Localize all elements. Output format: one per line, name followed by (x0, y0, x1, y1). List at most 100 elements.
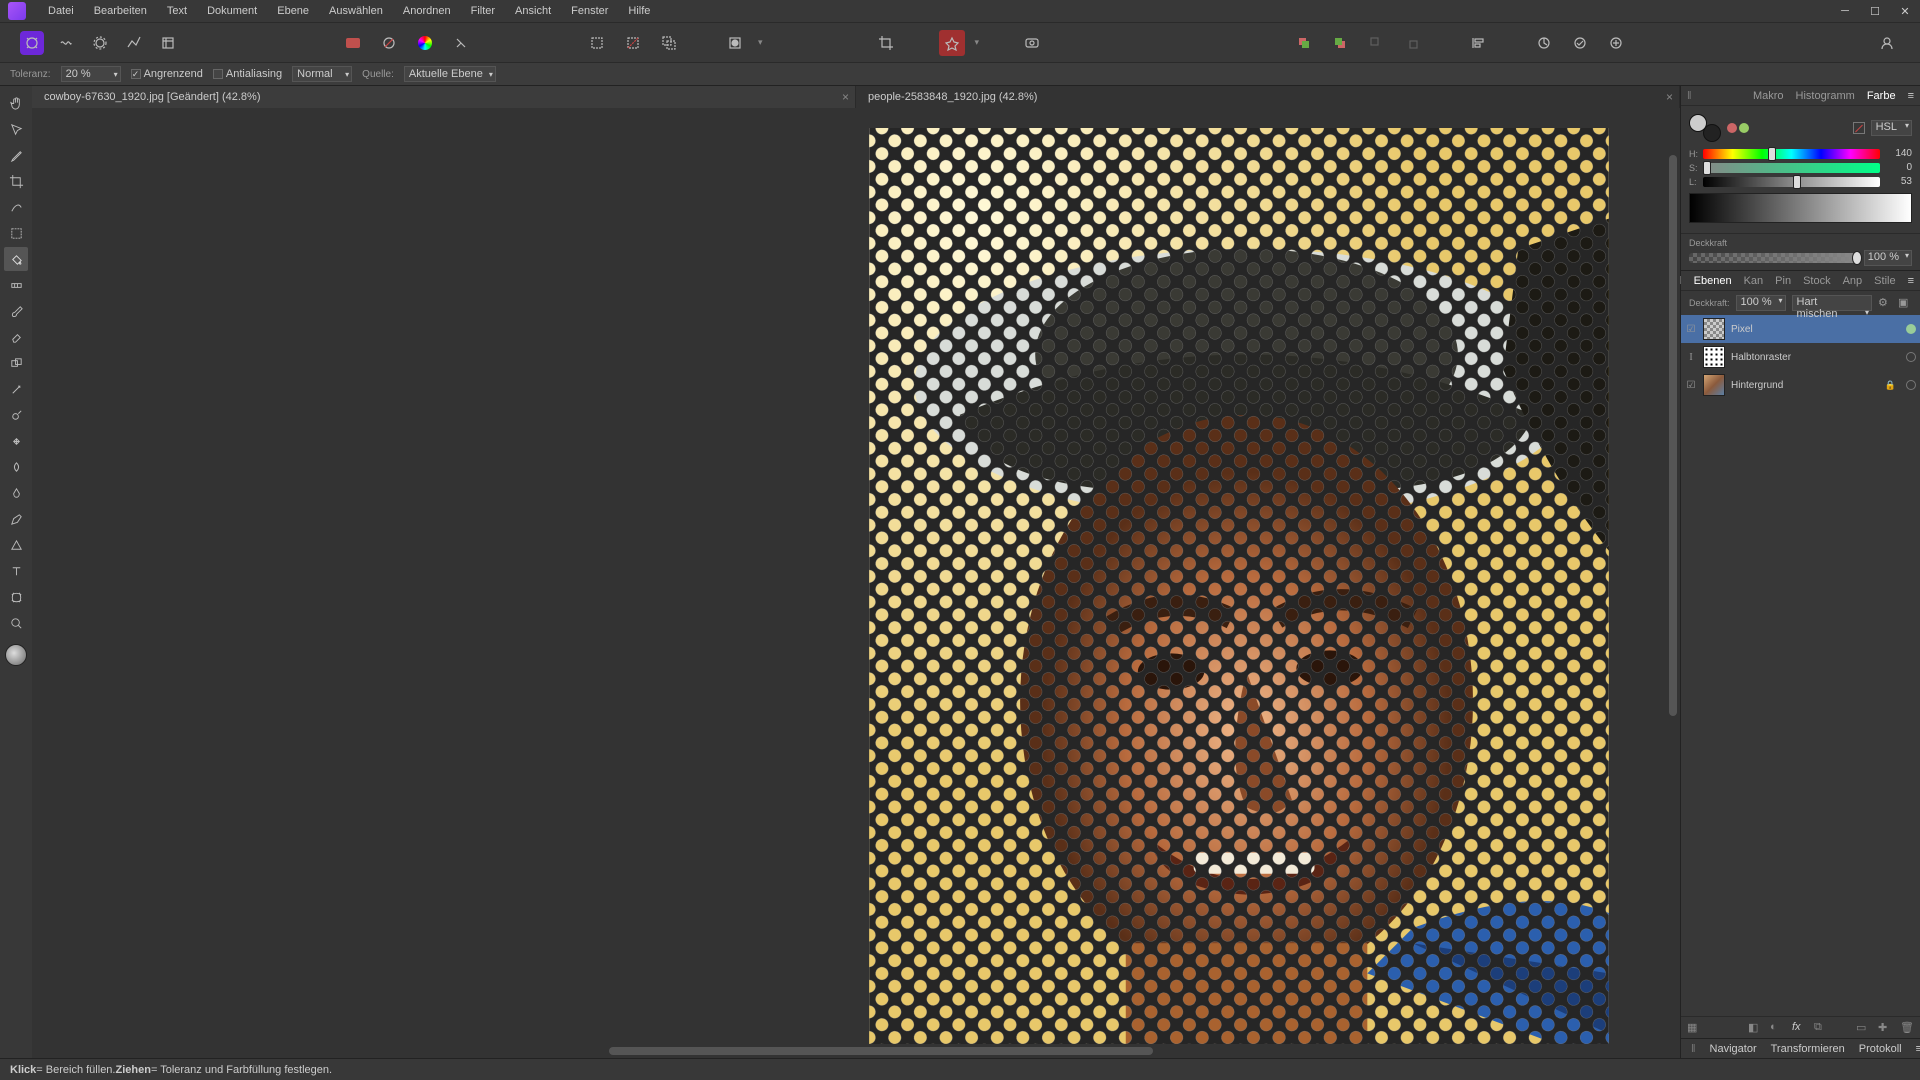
text-tool-icon[interactable] (4, 559, 28, 583)
lum-slider[interactable] (1703, 177, 1880, 187)
tab-makro[interactable]: Makro (1753, 90, 1784, 102)
horizontal-scrollbar[interactable] (32, 1044, 1680, 1058)
inpaint-tool-icon[interactable] (4, 377, 28, 401)
sync-icon-2[interactable] (1567, 30, 1593, 56)
blendmode-select[interactable]: Normal (292, 66, 352, 82)
paint-brush-tool-icon[interactable] (4, 299, 28, 323)
minimize-button[interactable]: ─ (1830, 0, 1860, 22)
arrange-front-icon[interactable] (1291, 30, 1317, 56)
layer-visibility-icon[interactable] (1906, 324, 1916, 334)
color-swatches[interactable] (1689, 114, 1721, 142)
photo-persona-icon[interactable] (20, 31, 44, 55)
menu-filter[interactable]: Filter (461, 0, 505, 22)
tab-farbe[interactable]: Farbe (1867, 90, 1896, 102)
assistant-icon[interactable] (939, 30, 965, 56)
layer-visibility-icon[interactable] (1906, 352, 1916, 362)
preview-icon[interactable] (1019, 30, 1045, 56)
shape-tool-icon[interactable] (4, 533, 28, 557)
crop-tool-icon[interactable] (873, 30, 899, 56)
tab-kan[interactable]: Kan (1744, 275, 1764, 287)
tab-navigator[interactable]: Navigator (1710, 1043, 1757, 1055)
layer-name[interactable]: Halbtonraster (1731, 352, 1900, 363)
close-tab-icon[interactable]: × (842, 90, 849, 104)
dodge-tool-icon[interactable] (4, 403, 28, 427)
layer-name[interactable]: Hintergrund (1731, 380, 1879, 391)
develop-persona-icon[interactable] (88, 31, 112, 55)
tab-transformieren[interactable]: Transformieren (1771, 1043, 1845, 1055)
hand-tool-icon[interactable] (4, 91, 28, 115)
close-button[interactable]: ✕ (1890, 0, 1920, 22)
lightness-picker[interactable] (1689, 193, 1912, 223)
account-icon[interactable] (1874, 30, 1900, 56)
close-tab-icon[interactable]: × (1666, 90, 1673, 104)
menu-dokument[interactable]: Dokument (197, 0, 267, 22)
invert-selection-icon[interactable] (656, 30, 682, 56)
menu-datei[interactable]: Datei (38, 0, 84, 22)
gradient-tool-icon[interactable] (4, 273, 28, 297)
doc-tab-2[interactable]: people-2583848_1920.jpg (42.8%) × (856, 86, 1680, 108)
antialias-checkbox[interactable]: Antialiasing (213, 68, 282, 80)
mask-layer-icon[interactable]: ◧ (1748, 1021, 1762, 1035)
menu-ebene[interactable]: Ebene (267, 0, 319, 22)
tab-histogramm[interactable]: Histogramm (1796, 90, 1855, 102)
deselect-icon[interactable] (620, 30, 646, 56)
layer-row-halbtonraster[interactable]: I Halbtonraster (1681, 343, 1920, 371)
menu-text[interactable]: Text (157, 0, 197, 22)
clone-tool-icon[interactable] (4, 351, 28, 375)
smudge-tool-icon[interactable] (4, 455, 28, 479)
color-none-icon[interactable] (1853, 122, 1865, 134)
sync-icon-3[interactable] (1603, 30, 1629, 56)
layer-checkbox-icon[interactable]: ☑ (1685, 380, 1697, 391)
layer-lock-icon[interactable]: 🔒 (1885, 380, 1896, 391)
opacity-value[interactable]: 100 %▾ (1864, 250, 1912, 266)
swatch-fill-icon[interactable] (340, 30, 366, 56)
tab-protokoll[interactable]: Protokoll (1859, 1043, 1902, 1055)
adjustment-layer-icon[interactable]: ◐ (1770, 1021, 1784, 1035)
crop-tool-icon[interactable] (4, 169, 28, 193)
tab-stock[interactable]: Stock (1803, 275, 1831, 287)
collapse-panel-icon[interactable]: ‖ (1691, 1043, 1696, 1055)
doc-tab-1[interactable]: cowboy-67630_1920.jpg [Geändert] (42.8%)… (32, 86, 856, 108)
sat-slider[interactable] (1703, 163, 1880, 173)
pen-tool-icon[interactable] (4, 507, 28, 531)
opacity-slider[interactable] (1689, 253, 1858, 263)
sync-icon-1[interactable] (1531, 30, 1557, 56)
blur-tool-icon[interactable] (4, 481, 28, 505)
maximize-button[interactable]: ☐ (1860, 0, 1890, 22)
marquee-tool-icon[interactable] (4, 221, 28, 245)
tab-ebenen[interactable]: Ebenen (1694, 275, 1732, 287)
tone-persona-icon[interactable] (122, 31, 146, 55)
layer-name[interactable]: Pixel (1731, 324, 1900, 335)
add-layer-icon[interactable]: ✚ (1878, 1021, 1892, 1035)
tolerance-input[interactable]: 20 % (61, 66, 121, 82)
group-layers-icon[interactable]: ▭ (1856, 1021, 1870, 1035)
zoom-tool-icon[interactable] (4, 611, 28, 635)
layer-visibility-icon[interactable] (1906, 380, 1916, 390)
layer-blendmode-select[interactable]: Hart mischen (1792, 295, 1872, 311)
layer-settings-icon[interactable]: ⚙ (1878, 296, 1892, 310)
flood-fill-tool-icon[interactable] (4, 247, 28, 271)
contiguous-checkbox[interactable]: Angrenzend (131, 68, 203, 80)
layer-opacity-value[interactable]: 100 % (1736, 295, 1786, 311)
menu-auswaehlen[interactable]: Auswählen (319, 0, 393, 22)
source-select[interactable]: Aktuelle Ebene (404, 66, 496, 82)
selection-brush-icon[interactable] (4, 195, 28, 219)
select-all-icon[interactable] (584, 30, 610, 56)
hue-slider[interactable] (1703, 149, 1880, 159)
delete-layer-icon[interactable]: 🗑 (1900, 1021, 1914, 1035)
menu-anordnen[interactable]: Anordnen (393, 0, 461, 22)
heal-tool-icon[interactable] (4, 429, 28, 453)
color-sampler-icon[interactable] (1727, 123, 1757, 133)
menu-bearbeiten[interactable]: Bearbeiten (84, 0, 157, 22)
arrange-back-icon[interactable] (1327, 30, 1353, 56)
menu-ansicht[interactable]: Ansicht (505, 0, 561, 22)
tab-anp[interactable]: Anp (1843, 275, 1863, 287)
live-filter-icon[interactable]: ⧉ (1814, 1021, 1828, 1035)
erase-tool-icon[interactable] (4, 325, 28, 349)
color-mode-select[interactable]: HSL (1871, 120, 1912, 136)
tab-pin[interactable]: Pin (1775, 275, 1791, 287)
menu-hilfe[interactable]: Hilfe (618, 0, 660, 22)
tab-stile[interactable]: Stile (1874, 275, 1895, 287)
fx-layer-icon[interactable]: fx (1792, 1021, 1806, 1035)
quickmask-icon[interactable] (722, 30, 748, 56)
